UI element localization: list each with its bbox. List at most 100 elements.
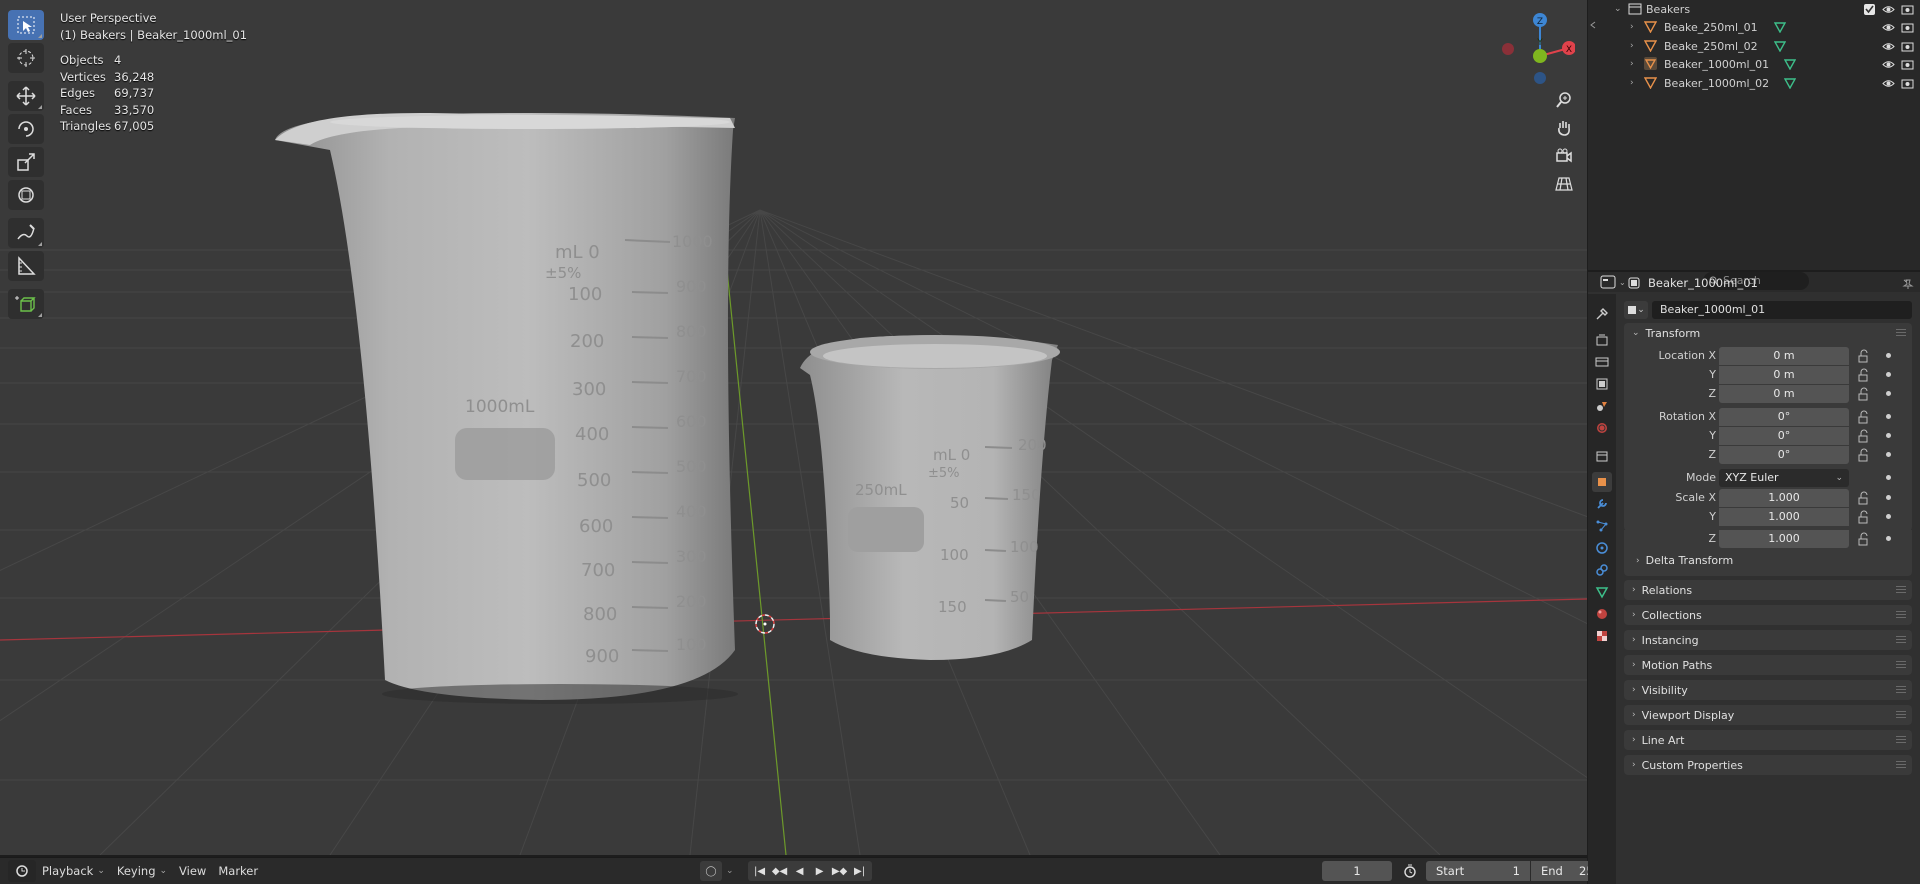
keyframe-dot-icon[interactable] [1886,391,1891,396]
lock-icon[interactable] [1857,532,1871,546]
scale-y-field[interactable]: 1.000 [1719,508,1849,526]
menu-keying[interactable]: Keying ⌄ [111,860,173,882]
lock-icon[interactable] [1857,510,1871,524]
lock-icon[interactable] [1857,410,1871,424]
rotation-x-field[interactable]: 0° [1719,408,1849,426]
collection-row[interactable]: ⌄ Beakers [1588,0,1920,18]
ortho-toggle-button[interactable] [1550,172,1578,196]
add-cube-tool[interactable] [8,289,44,319]
eye-icon[interactable] [1882,58,1895,71]
keyframe-dot-icon[interactable] [1886,536,1891,541]
lock-icon[interactable] [1857,429,1871,443]
render-camera-icon[interactable] [1901,77,1914,90]
delta-transform-subpanel[interactable]: › Delta Transform [1636,554,1733,567]
jump-end-icon[interactable]: ▶| [850,866,870,877]
line-art-panel[interactable]: › Line Art [1624,730,1912,750]
datablock-name-field[interactable]: Beaker_1000ml_01 [1652,301,1912,319]
lock-icon[interactable] [1857,448,1871,462]
eye-icon[interactable] [1882,3,1895,16]
pin-icon[interactable] [1902,278,1914,290]
tab-physics[interactable] [1592,538,1612,558]
keying-dropdown-icon[interactable]: ⌄ [726,866,734,876]
scale-x-field[interactable]: 1.000 [1719,489,1849,507]
relations-panel[interactable]: › Relations [1624,580,1912,600]
viewport-display-panel[interactable]: › Viewport Display [1624,705,1912,725]
lock-icon[interactable] [1857,387,1871,401]
play-icon[interactable]: ▶ [810,866,830,877]
stopwatch-icon[interactable] [1400,861,1420,881]
editor-type-button[interactable] [8,860,36,882]
expand-chevron-icon[interactable]: ⌄ [1614,4,1622,14]
editor-type-button[interactable]: ⌄ [1600,274,1630,290]
move-tool[interactable] [8,81,44,111]
jump-start-icon[interactable]: |◀ [750,866,770,877]
select-box-tool[interactable] [8,10,44,40]
outliner-object-row-active[interactable]: › Beaker_1000ml_01 [1588,55,1920,73]
custom-properties-panel[interactable]: › Custom Properties [1624,755,1912,775]
keyframe-dot-icon[interactable] [1886,414,1891,419]
next-keyframe-icon[interactable]: ▶◆ [830,866,850,877]
3d-viewport[interactable]: 1000mL mL 0 ±5% 100 200 300 400 500 600 … [0,0,1587,855]
eye-icon[interactable] [1882,77,1895,90]
tab-collection[interactable] [1592,446,1612,466]
annotate-tool[interactable] [8,218,44,248]
checkbox-icon[interactable] [1863,3,1876,16]
render-camera-icon[interactable] [1901,3,1914,16]
render-camera-icon[interactable] [1901,21,1914,34]
eye-icon[interactable] [1882,21,1895,34]
tab-view-layer[interactable] [1592,374,1612,394]
tab-output[interactable] [1592,352,1612,372]
outliner-object-row[interactable]: › Beake_250ml_01 [1588,18,1920,36]
outliner-object-row[interactable]: › Beaker_1000ml_02 [1588,74,1920,92]
scale-z-field[interactable]: 1.000 [1719,530,1849,548]
render-camera-icon[interactable] [1901,58,1914,71]
visibility-panel[interactable]: › Visibility [1624,680,1912,700]
keyframe-dot-icon[interactable] [1886,452,1891,457]
play-reverse-icon[interactable]: ◀ [790,866,810,877]
tab-texture[interactable] [1592,626,1612,646]
menu-marker[interactable]: Marker [212,860,264,882]
current-frame-field[interactable]: 1 [1322,861,1392,881]
transform-panel-header[interactable]: ⌄ Transform [1624,323,1912,343]
keyframe-dot-icon[interactable] [1886,514,1891,519]
tab-scene[interactable] [1592,396,1612,416]
zoom-button[interactable] [1550,88,1578,112]
scale-tool[interactable] [8,147,44,177]
rotation-z-field[interactable]: 0° [1719,446,1849,464]
tab-particles[interactable] [1592,516,1612,536]
navigation-gizmo[interactable]: Z X Y [1495,8,1575,88]
prev-keyframe-icon[interactable]: ◆◀ [770,866,790,877]
keyframe-dot-icon[interactable] [1886,475,1891,480]
cursor-tool[interactable] [8,43,44,73]
motion-paths-panel[interactable]: › Motion Paths [1624,655,1912,675]
menu-playback[interactable]: Playback ⌄ [36,860,111,882]
outliner-object-row[interactable]: › Beake_250ml_02 [1588,37,1920,55]
tab-constraints[interactable] [1592,560,1612,580]
rotate-tool[interactable] [8,114,44,144]
outliner-collapse-icon[interactable] [1588,20,1598,30]
tab-world[interactable] [1592,418,1612,438]
pan-button[interactable] [1550,116,1578,140]
rotation-y-field[interactable]: 0° [1719,427,1849,445]
datablock-browse-button[interactable]: ⌄ [1624,301,1648,319]
tab-modifiers[interactable] [1592,494,1612,514]
menu-view[interactable]: View [173,860,212,882]
rotation-mode-select[interactable]: XYZ Euler ⌄ [1719,469,1849,487]
camera-view-button[interactable] [1550,144,1578,168]
eye-icon[interactable] [1882,40,1895,53]
auto-keying-button[interactable]: ◯ [700,861,722,881]
keyframe-dot-icon[interactable] [1886,372,1891,377]
keyframe-dot-icon[interactable] [1886,433,1891,438]
location-y-field[interactable]: 0 m [1719,366,1849,384]
lock-icon[interactable] [1857,491,1871,505]
measure-tool[interactable] [8,251,44,281]
tab-render[interactable] [1592,330,1612,350]
tab-tool[interactable] [1592,304,1612,324]
location-x-field[interactable]: 0 m [1719,347,1849,365]
instancing-panel[interactable]: › Instancing [1624,630,1912,650]
transform-tool[interactable] [8,180,44,210]
tab-object[interactable] [1592,472,1612,492]
location-z-field[interactable]: 0 m [1719,385,1849,403]
lock-icon[interactable] [1857,349,1871,363]
tab-data[interactable] [1592,582,1612,602]
